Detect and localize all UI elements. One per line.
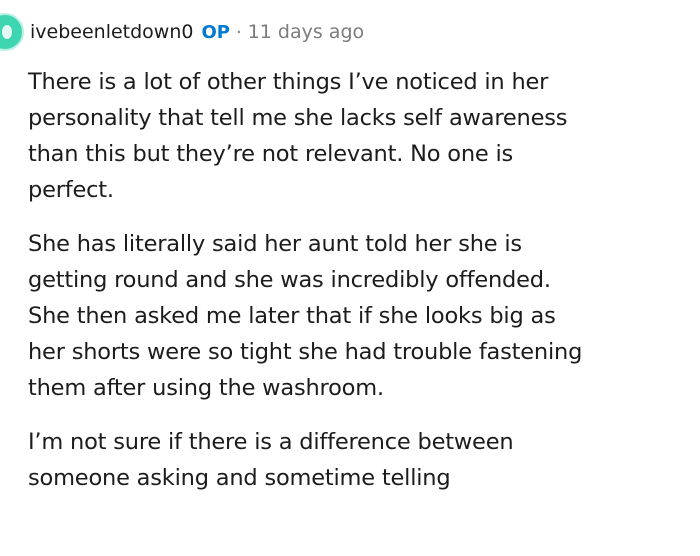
comment-paragraph: I’m not sure if there is a difference be…	[28, 429, 514, 491]
avatar[interactable]	[0, 13, 24, 51]
comment-paragraph: There is a lot of other things I’ve noti…	[28, 69, 568, 203]
comment-timestamp[interactable]: 11 days ago	[248, 21, 364, 43]
separator-dot: ·	[235, 21, 242, 43]
op-badge: OP	[201, 21, 230, 43]
username-link[interactable]: ivebeenletdown0	[30, 21, 193, 43]
comment-header: ivebeenletdown0 OP · 11 days ago	[30, 17, 364, 47]
avatar-face-icon	[2, 25, 12, 39]
comment-body: There is a lot of other things I’ve noti…	[28, 64, 688, 496]
comment-paragraph: She has literally said her aunt told her…	[28, 231, 583, 401]
